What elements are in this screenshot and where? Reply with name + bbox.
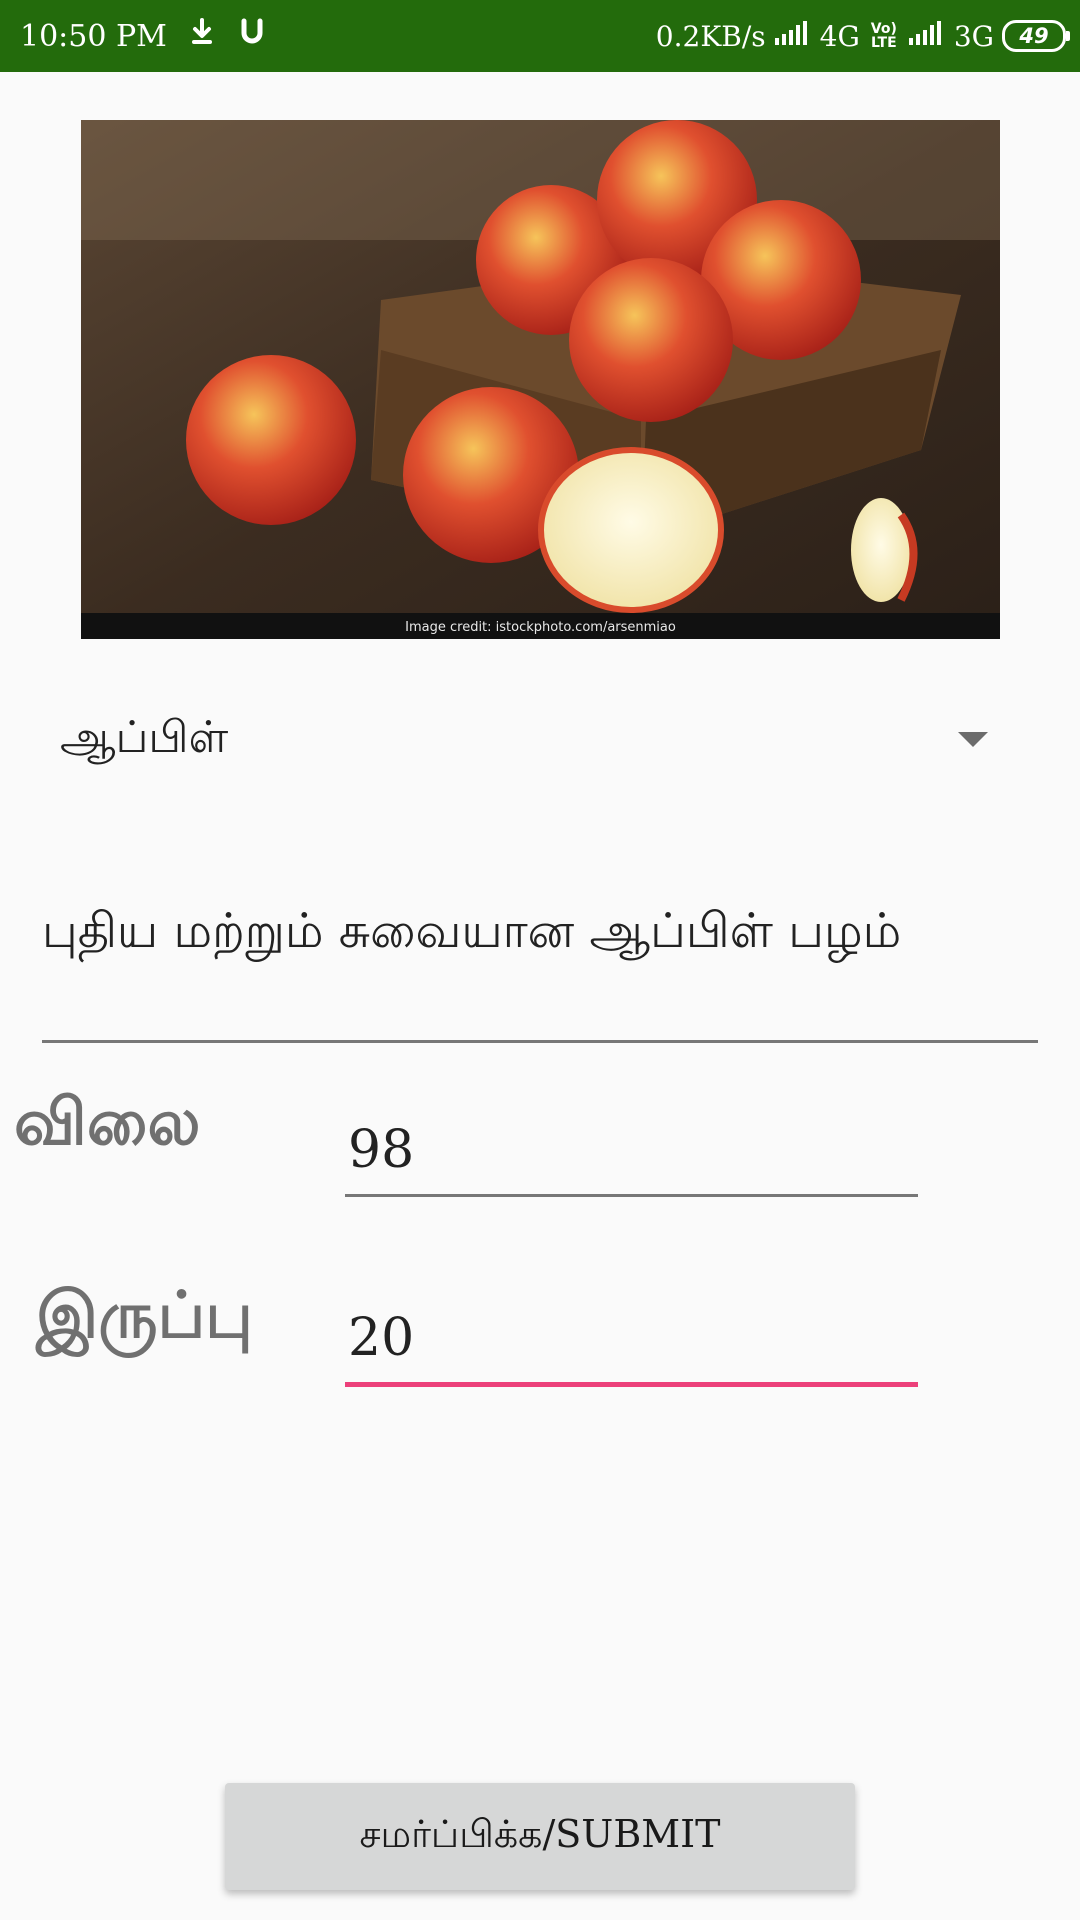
magnet-icon — [237, 17, 267, 55]
signal-icon-2 — [908, 20, 946, 53]
description-field[interactable]: புதிய மற்றும் சுவையான ஆப்பிள் பழம் — [42, 888, 1038, 1043]
fruit-dropdown[interactable]: ஆப்பிள் — [40, 690, 1000, 786]
network-type-1: 4G — [819, 19, 860, 53]
volte-line1: Vo) — [870, 21, 897, 37]
signal-icon — [774, 20, 812, 53]
description-value: புதிய மற்றும் சுவையான ஆப்பிள் பழம் — [42, 903, 902, 959]
price-value: 98 — [348, 1120, 415, 1180]
status-left: 10:50 PM — [20, 0, 267, 72]
volte-icon: Vo) LTE — [868, 22, 900, 50]
stock-input[interactable]: 20 — [345, 1282, 918, 1387]
dropdown-arrow-icon — [958, 732, 988, 747]
image-credit: Image credit: istockphoto.com/arsenmiao — [405, 620, 676, 635]
status-bar: 10:50 PM 0.2KB/s 4G Vo) LTE 3G 49 — [0, 0, 1080, 72]
battery-icon: 49 — [1002, 20, 1070, 52]
price-input[interactable]: 98 — [345, 1094, 918, 1197]
product-image: Image credit: istockphoto.com/arsenmiao — [81, 120, 1000, 639]
net-speed: 0.2KB/s — [655, 19, 766, 53]
status-right: 0.2KB/s 4G Vo) LTE 3G 49 — [655, 0, 1070, 72]
fruit-dropdown-value: ஆப்பிள் — [60, 712, 229, 763]
apple-photo — [81, 120, 1000, 639]
status-time: 10:50 PM — [20, 18, 167, 54]
price-label: விலை — [14, 1085, 201, 1160]
download-icon — [187, 17, 217, 55]
battery-level: 49 — [1019, 24, 1049, 48]
volte-line2: LTE — [870, 35, 897, 51]
stock-value: 20 — [348, 1308, 415, 1368]
network-type-2: 3G — [953, 19, 994, 53]
submit-button[interactable]: சமர்ப்பிக்க/SUBMIT — [225, 1783, 855, 1890]
stock-label: இருப்பு — [36, 1278, 253, 1353]
